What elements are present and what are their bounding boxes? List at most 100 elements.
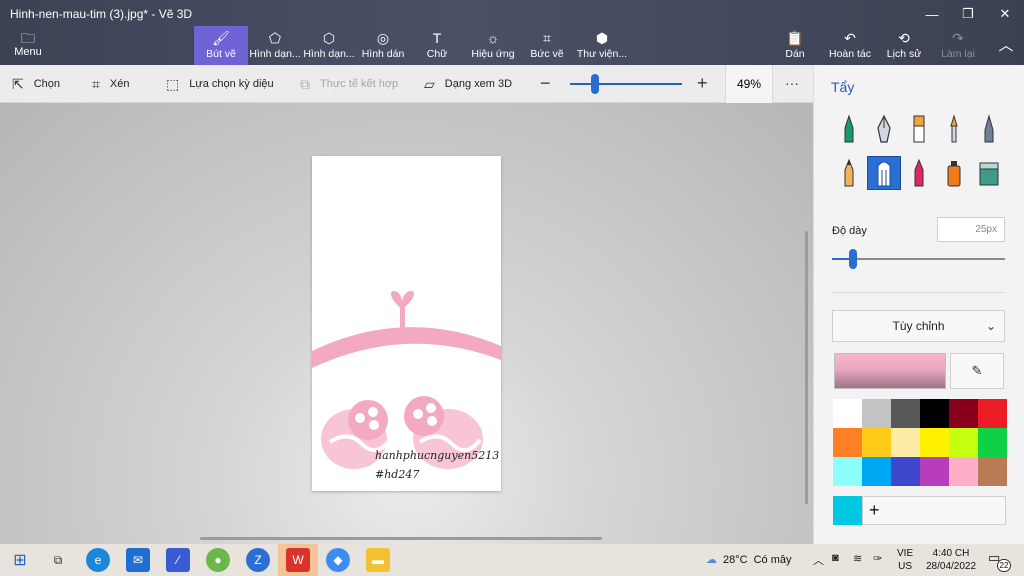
office-icon[interactable]: W [286,548,310,572]
add-color-button[interactable]: + [862,496,1006,525]
spray-can-brush[interactable] [937,156,971,190]
3d-view-button[interactable]: ▱ Dạng xem 3D [424,65,512,103]
watercolor-brush[interactable] [937,112,971,146]
paste-button[interactable]: 📋 Dán [772,26,818,65]
close-button[interactable]: ✕ [987,0,1023,28]
pixel-pen-brush[interactable] [972,112,1006,146]
color-swatch[interactable] [978,428,1007,457]
zalo-icon[interactable]: Z [246,548,270,572]
calligraphy-pen-brush[interactable] [867,112,901,146]
language-indicator[interactable]: VIE US [897,547,913,573]
color-swatch[interactable] [920,428,949,457]
current-color-swatch[interactable] [834,353,946,389]
color-swatch[interactable] [891,399,920,428]
workspace[interactable]: hanhphucnguyen5213 #hd247 [0,103,813,544]
color-swatch[interactable] [833,457,862,486]
more-options-button[interactable]: ··· [785,75,799,91]
eraser-brush[interactable] [867,156,901,190]
magic-select-button[interactable]: ⬚ Lựa chọn kỳ diệu [166,65,274,103]
marker-brush[interactable] [832,112,866,146]
mixed-reality-button[interactable]: ⧉ Thực tế kết hợp [300,65,398,103]
horizontal-scrollbar[interactable] [200,537,602,540]
tool-3d-shapes[interactable]: ⬡ Hình dạn... [302,26,356,65]
tool-label: Bức vẽ [530,48,564,60]
file-explorer-icon[interactable]: ▬ [366,548,390,572]
windows-start-icon[interactable]: ⊞ [8,548,32,572]
color-swatch[interactable] [920,457,949,486]
tool-label: Hình dạn... [303,48,355,60]
color-swatch[interactable] [949,457,978,486]
color-swatch[interactable] [949,399,978,428]
pencil-brush[interactable] [832,156,866,190]
menu-button[interactable]: 🗀 Menu [8,30,48,62]
clock[interactable]: 4:40 CH 28/04/2022 [926,547,976,573]
editor-icon[interactable]: ⁄ [166,548,190,572]
paint3d-icon[interactable]: ◆ [326,548,350,572]
color-swatch[interactable] [978,457,1007,486]
tool-effects[interactable]: ☼ Hiệu ứng [466,26,520,65]
custom-color-swatch[interactable] [833,496,862,525]
select-button[interactable]: ⇱ Chọn [12,65,60,103]
window-title: Hinh-nen-mau-tim (3).jpg* - Vẽ 3D [10,7,193,21]
color-swatch[interactable] [862,399,891,428]
color-swatch[interactable] [978,399,1007,428]
eyedropper-button[interactable]: ✎ [950,353,1004,389]
3d-view-icon: ▱ [424,75,435,92]
color-swatch[interactable] [833,399,862,428]
color-swatch[interactable] [833,428,862,457]
crayon-brush[interactable] [902,156,936,190]
left-eye-dot [369,420,379,430]
color-swatch[interactable] [862,457,891,486]
chevron-down-icon: ⌄ [985,319,996,333]
tool-text[interactable]: T Chữ [410,26,464,65]
zoom-in-button[interactable]: + [697,73,708,94]
mixed-reality-icon: ⧉ [300,75,310,92]
tool-label: Hình dạn... [249,48,301,60]
color-swatch[interactable] [891,428,920,457]
zoom-slider-track[interactable] [570,83,682,85]
antivirus-icon[interactable]: ● [206,548,230,572]
spray-can-icon [947,161,961,187]
color-swatch[interactable] [891,457,920,486]
thickness-slider-track[interactable] [832,258,1005,260]
color-swatch[interactable] [920,399,949,428]
tool-stickers[interactable]: ◎ Hình dán [356,26,410,65]
tool-label: Hiệu ứng [471,48,515,60]
tool-label: Làm lại [941,48,975,60]
chevron-up-icon[interactable]: ︿ [813,552,824,568]
watercolor-icon [950,114,958,143]
color-swatch[interactable] [862,428,891,457]
camera-icon[interactable]: ◙ [832,552,839,564]
wifi-icon[interactable]: ≋ [853,552,862,565]
oil-brush[interactable] [902,112,936,146]
thickness-input[interactable]: 25px [937,217,1005,242]
fill-brush[interactable] [972,156,1006,190]
tool-2d-shapes[interactable]: ⬠ Hình dạn... [248,26,302,65]
drawing-canvas[interactable]: hanhphucnguyen5213 #hd247 [312,156,501,491]
collapse-ribbon-icon[interactable]: ︿ [988,30,1024,58]
minimize-button[interactable]: — [914,0,950,28]
maximize-button[interactable]: ❐ [950,0,986,28]
tool-canvas[interactable]: ⌗ Bức vẽ [520,26,574,65]
tool-brushes[interactable]: 🖌 Bút vẽ [194,26,248,65]
crop-button[interactable]: ⌗ Xén [92,65,129,103]
color-swatch[interactable] [949,428,978,457]
divider [832,292,1005,293]
thickness-slider-thumb[interactable] [848,249,857,269]
tool-3d-library[interactable]: ⬢ Thư viện... [574,26,630,65]
vertical-scrollbar[interactable] [805,231,808,504]
zoom-value[interactable]: 49% [725,65,773,103]
weather-widget[interactable]: ☁ 28°C Có mây [706,553,791,567]
undo-button[interactable]: ↶ Hoàn tác [824,26,876,65]
pen-icon[interactable]: ✑ [873,552,882,565]
history-button[interactable]: ⟲ Lịch sử [880,26,928,65]
edge-icon[interactable]: e [86,548,110,572]
marker-icon [844,114,854,143]
zoom-out-button[interactable]: − [540,73,551,94]
language-code: VIE [897,548,914,559]
mail-icon[interactable]: ✉ [126,548,150,572]
finish-dropdown[interactable]: Tùy chỉnh ⌄ [832,310,1005,342]
task-view-icon[interactable]: ⧉ [46,548,70,572]
redo-button[interactable]: ↷ Làm lại [934,26,982,65]
zoom-slider-thumb[interactable] [590,74,599,94]
